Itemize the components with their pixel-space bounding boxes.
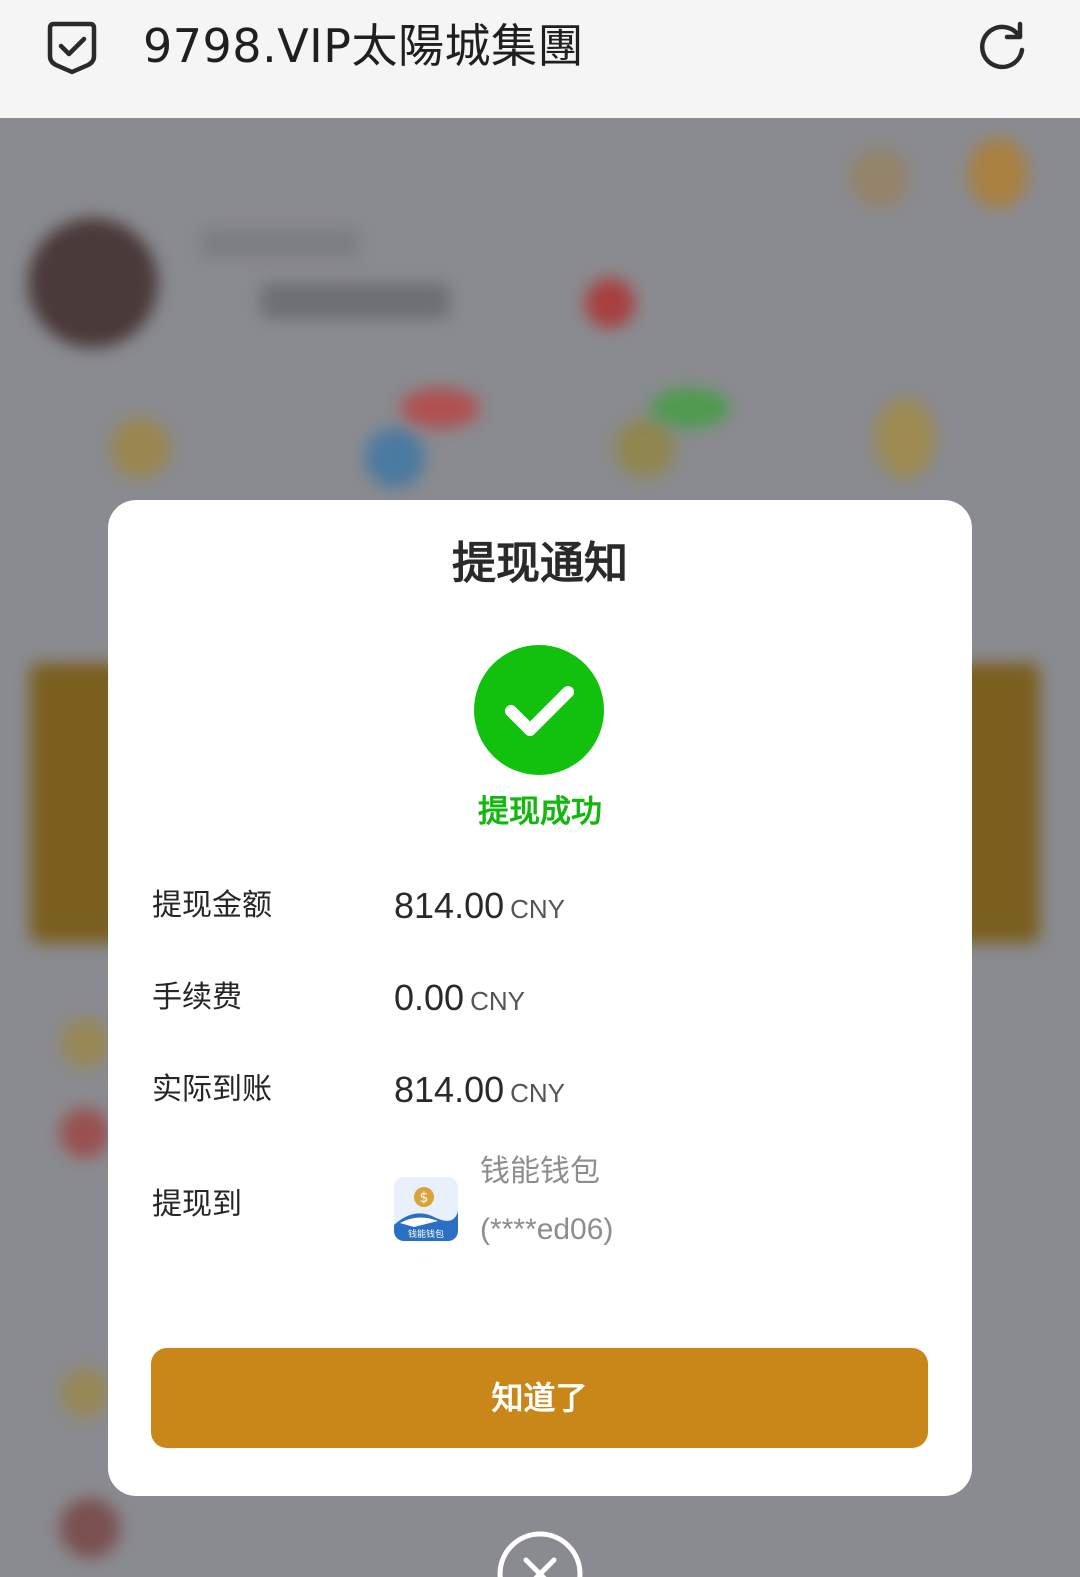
fee-label: 手续费 (152, 980, 242, 1015)
svg-text:$: $ (420, 1190, 429, 1206)
refresh-icon[interactable] (975, 20, 1029, 74)
fee-unit: CNY (470, 986, 525, 1016)
shield-check-icon[interactable] (44, 18, 100, 76)
amount-value: 814.00 CNY (394, 884, 565, 935)
wallet-name: 钱能钱包 (480, 1154, 600, 1189)
amount-number: 814.00 (394, 885, 505, 926)
wallet-account: (****ed06) (480, 1213, 614, 1246)
check-circle-icon (474, 645, 604, 775)
status-text: 提现成功 (478, 794, 602, 830)
fee-number: 0.00 (394, 977, 465, 1018)
browser-top-bar: 9798.VIP太陽城集團 (0, 0, 1080, 118)
withdrawal-dialog: 提现通知 提现成功 提现金额 814.00 CNY 手续费 0.00 CNY 实际到… (108, 500, 972, 1496)
received-label: 实际到账 (152, 1072, 272, 1107)
amount-label: 提现金额 (152, 888, 272, 923)
received-value: 814.00 CNY (394, 1068, 565, 1119)
amount-unit: CNY (510, 894, 566, 924)
received-number: 814.00 (394, 1069, 505, 1110)
close-circle-icon[interactable] (496, 1530, 584, 1577)
received-unit: CNY (510, 1078, 566, 1108)
wallet-logo-text: 钱能钱包 (408, 1228, 444, 1240)
dialog-title: 提现通知 (452, 538, 628, 589)
destination-label: 提现到 (152, 1187, 242, 1222)
fee-value: 0.00 CNY (394, 976, 525, 1027)
page-title: 9798.VIP太陽城集團 (143, 19, 584, 73)
wallet-logo-icon: $ 钱能钱包 (394, 1177, 458, 1241)
confirm-button[interactable]: 知道了 (151, 1348, 928, 1448)
